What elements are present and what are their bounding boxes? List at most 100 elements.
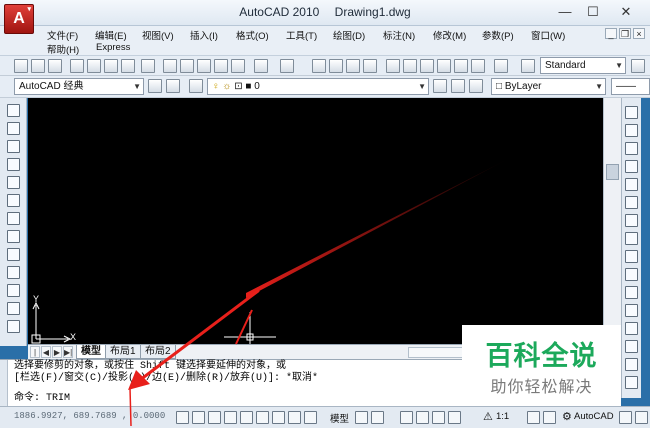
insert-block-icon[interactable] [7,302,20,315]
steeringwheel-icon[interactable] [432,411,445,424]
plot-icon[interactable] [121,59,135,73]
workspace-switch[interactable]: AutoCAD [574,411,614,422]
dynamic-input-icon[interactable] [288,411,301,424]
doc-close-button[interactable]: × [633,28,645,39]
quickcalc-icon[interactable] [471,59,485,73]
pan-icon[interactable] [312,59,326,73]
next-tab-icon[interactable]: ▶ [52,346,62,358]
doc-restore-button[interactable]: ❐ [619,28,631,39]
menu-insert[interactable]: 插入(I) [190,28,218,42]
ortho-mode-icon[interactable] [208,411,221,424]
tab-layout2[interactable]: 布局2 [140,345,176,359]
match-properties-icon[interactable] [214,59,228,73]
doc-minimize-button[interactable]: _ [605,28,617,39]
array-icon[interactable] [625,178,638,191]
dimension-style-icon[interactable] [631,59,645,73]
menu-tools[interactable]: 工具(T) [286,28,317,42]
layer-select[interactable]: ♀ ☼ ⊡ ■ 0 ▼ [207,78,429,95]
annotation-scale-icon[interactable]: ⚠ [483,410,493,423]
annotation-visibility-icon[interactable] [527,411,540,424]
menu-view[interactable]: 视图(V) [142,28,174,42]
print-icon[interactable] [70,59,84,73]
ellipse-arc-icon[interactable] [7,284,20,297]
last-tab-icon[interactable]: ▶| [63,346,73,358]
previous-tab-icon[interactable]: ◀ [41,346,51,358]
break-at-point-icon[interactable] [625,304,638,317]
menu-draw[interactable]: 绘图(D) [333,28,365,42]
lineweight-icon[interactable] [304,411,317,424]
command-window-grip[interactable] [0,360,8,407]
menu-modify[interactable]: 修改(M) [433,28,466,42]
tool-palettes-icon[interactable] [420,59,434,73]
join-icon[interactable] [625,340,638,353]
vertical-scrollbar[interactable]: ▼ [603,98,621,360]
arc-icon[interactable] [7,194,20,207]
scale-icon[interactable] [625,232,638,245]
help-icon[interactable] [494,59,508,73]
extend-icon[interactable] [625,286,638,299]
drawing-area[interactable]: Y X [28,98,603,344]
dynamic-ucs-icon[interactable] [272,411,285,424]
close-button[interactable]: ✕ [616,3,636,21]
minimize-button[interactable]: — [555,3,575,21]
break-icon[interactable] [625,322,638,335]
command-prompt[interactable]: 命令: TRIM [14,393,70,405]
menu-parametric[interactable]: 参数(P) [482,28,514,42]
copy-icon[interactable] [180,59,194,73]
polygon-icon[interactable] [7,158,20,171]
spline-icon[interactable] [7,248,20,261]
snap-mode-icon[interactable] [176,411,189,424]
publish-icon[interactable] [104,59,118,73]
first-tab-icon[interactable]: |◀ [30,346,40,369]
quick-view-drawings-icon[interactable] [371,411,384,424]
menu-edit[interactable]: 编辑(E) [95,28,127,42]
lineweight-select[interactable]: —— [611,78,650,95]
copy-object-icon[interactable] [625,124,638,137]
revision-cloud-icon[interactable] [7,230,20,243]
undo-icon[interactable] [254,59,268,73]
markup-icon[interactable] [454,59,468,73]
cut-icon[interactable] [163,59,177,73]
save-icon[interactable] [48,59,62,73]
make-current-layer-icon[interactable] [433,79,447,93]
menu-file[interactable]: 文件(F) [47,28,78,42]
scrollbar-thumb[interactable] [606,164,619,180]
construction-line-icon[interactable] [7,122,20,135]
chamfer-icon[interactable] [625,358,638,371]
move-icon[interactable] [625,196,638,209]
menu-help[interactable]: 帮助(H) [47,42,79,56]
new-icon[interactable] [14,59,28,73]
showmotion-icon[interactable] [448,411,461,424]
auto-scale-icon[interactable] [543,411,556,424]
text-style-select[interactable]: Standard ▼ [540,57,626,74]
workspace-settings-icon[interactable] [148,79,162,93]
zoom-previous-icon[interactable] [363,59,377,73]
layer-states-icon[interactable] [469,79,483,93]
tab-layout1[interactable]: 布局1 [105,345,141,359]
object-snap-icon[interactable] [240,411,253,424]
sheet-set-icon[interactable] [437,59,451,73]
block-editor-icon[interactable] [231,59,245,73]
menu-dimension[interactable]: 标注(N) [383,28,415,42]
menu-window[interactable]: 窗口(W) [531,28,565,42]
properties-icon[interactable] [386,59,400,73]
menu-express[interactable]: Express [96,42,130,53]
toolbar-lock-icon[interactable] [619,411,632,424]
ellipse-icon[interactable] [7,266,20,279]
rotate-icon[interactable] [625,214,638,227]
zoom-window-icon[interactable] [346,59,360,73]
pan-status-icon[interactable] [400,411,413,424]
line-icon[interactable] [7,104,20,117]
maximize-button[interactable]: ☐ [583,3,603,21]
offset-icon[interactable] [625,160,638,173]
workspace-select[interactable]: AutoCAD 经典 ▼ [14,78,144,95]
layer-previous-icon[interactable] [451,79,465,93]
polar-tracking-icon[interactable] [224,411,237,424]
zoom-realtime-icon[interactable] [329,59,343,73]
text-style-icon[interactable] [521,59,535,73]
design-center-icon[interactable] [403,59,417,73]
erase-icon[interactable] [625,106,638,119]
zoom-status-icon[interactable] [416,411,429,424]
tab-model[interactable]: 模型 [76,345,106,359]
rectangle-icon[interactable] [7,176,20,189]
